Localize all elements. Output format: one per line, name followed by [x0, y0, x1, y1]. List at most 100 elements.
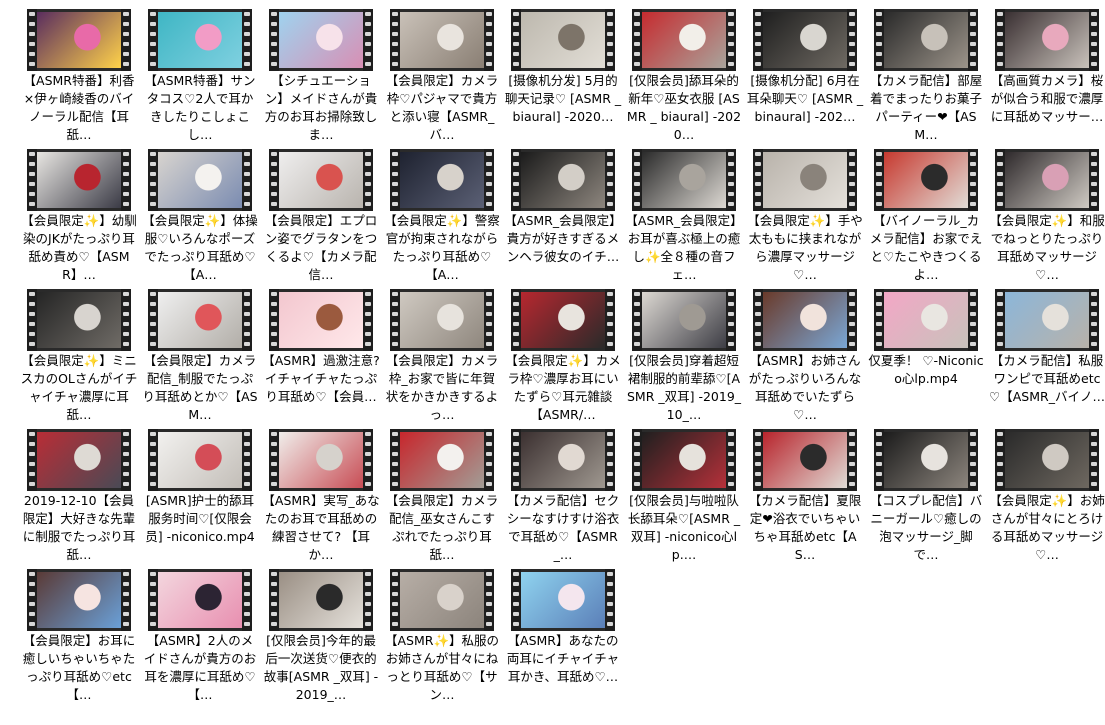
video-thumbnail[interactable] — [511, 9, 615, 71]
film-strip-icon — [148, 569, 158, 631]
file-item[interactable]: 【会員限定✨】カメラ枠♡濃厚お耳にいたずら♡耳元雑談【ASMR/… — [504, 289, 622, 427]
video-thumbnail[interactable] — [390, 429, 494, 491]
video-thumbnail[interactable] — [269, 569, 373, 631]
thumbnail-frame — [642, 152, 726, 208]
film-strip-icon — [726, 149, 736, 211]
file-item[interactable]: 2019-12-10【会員限定】大好きな先輩に制服でたっぷり耳舐… — [20, 429, 138, 567]
thumbnail-frame — [279, 432, 363, 488]
video-thumbnail[interactable] — [995, 289, 1099, 351]
file-item[interactable]: 【ASMR】過激注意? イチャイチャたっぷり耳舐め♡【会員… — [262, 289, 380, 427]
video-thumbnail[interactable] — [27, 9, 131, 71]
file-item[interactable]: 【会員限定】お耳に癒しいちゃいちゃたっぷり耳舐め♡etc【… — [20, 569, 138, 707]
video-thumbnail[interactable] — [874, 429, 978, 491]
file-item[interactable]: 【会員限定✨】警察官が拘束されながらたっぷり耳舐め♡【A… — [383, 149, 501, 287]
file-item[interactable]: 【会員限定✨】お姉さんが甘々にとろける耳舐めマッサージ♡… — [988, 429, 1105, 567]
video-thumbnail[interactable] — [269, 289, 373, 351]
video-thumbnail[interactable] — [390, 9, 494, 71]
file-item[interactable]: 【ASMR】実写_あなたのお耳で耳舐めの練習させて? 【耳か… — [262, 429, 380, 567]
video-thumbnail[interactable] — [753, 289, 857, 351]
video-thumbnail[interactable] — [995, 149, 1099, 211]
file-item[interactable]: 【会員限定】カメラ枠_お家で皆に年賀状をかきかきするよっ… — [383, 289, 501, 427]
file-item[interactable]: 仅夏季！ ♡-Niconico心lp.mp4 — [867, 289, 985, 427]
video-thumbnail[interactable] — [148, 429, 252, 491]
file-name-label: 【会員限定✨】お姉さんが甘々にとろける耳舐めマッサージ♡… — [989, 493, 1105, 562]
file-item[interactable]: 【コスプレ配信】バニーガール♡癒しの泡マッサージ_脚で… — [867, 429, 985, 567]
file-item[interactable]: 【会員限定✨】手や太ももに挟まれながら濃厚マッサージ♡… — [746, 149, 864, 287]
file-item[interactable]: [仅限会员]与啦啦队长舔耳朵♡[ASMR _双耳] -niconico心lp.… — [625, 429, 743, 567]
video-thumbnail[interactable] — [995, 9, 1099, 71]
file-item[interactable]: 【バイノーラル_カメラ配信】お家でえと♡たこやきつくるよ… — [867, 149, 985, 287]
file-name-label: 【会員限定✨】体操服♡いろんなポーズでたっぷり耳舐め♡【A… — [142, 213, 258, 282]
film-strip-icon — [1089, 289, 1099, 351]
file-item[interactable]: 【ASMR_会員限定】貴方が好きすぎるメンヘラ彼女のイチ… — [504, 149, 622, 287]
file-item[interactable]: [仅限会员]舔耳朵的新年♡巫女衣服 [ASMR _ biaural] -2020… — [625, 9, 743, 147]
video-thumbnail[interactable] — [148, 9, 252, 71]
video-thumbnail[interactable] — [632, 9, 736, 71]
video-thumbnail[interactable] — [269, 9, 373, 71]
video-thumbnail[interactable] — [753, 429, 857, 491]
file-item[interactable]: 【ASMR✨】私服のお姉さんが甘々にねっとり耳舐め♡【サン… — [383, 569, 501, 707]
file-item[interactable]: [摄像机分配] 6月在耳朵聊天♡ [ASMR _ binaural] -202… — [746, 9, 864, 147]
file-item[interactable]: 【高画質カメラ】桜が似合う和服で濃厚に耳舐めマッサー… — [988, 9, 1105, 147]
video-thumbnail[interactable] — [753, 149, 857, 211]
video-thumbnail[interactable] — [632, 429, 736, 491]
video-thumbnail[interactable] — [632, 149, 736, 211]
thumbnail-frame — [1005, 12, 1089, 68]
video-thumbnail[interactable] — [995, 429, 1099, 491]
video-thumbnail[interactable] — [27, 289, 131, 351]
file-item[interactable]: 【シチュエーション】メイドさんが貴方のお耳お掃除致しま… — [262, 9, 380, 147]
file-item[interactable]: 【カメラ配信】部屋着でまったりお菓子パーティー❤【ASM… — [867, 9, 985, 147]
video-thumbnail[interactable] — [390, 149, 494, 211]
file-item[interactable]: 【会員限定✨】ミニスカのOLさんがイチャイチャ濃厚に耳舐… — [20, 289, 138, 427]
video-thumbnail[interactable] — [390, 569, 494, 631]
file-item[interactable]: 【会員限定✨】和服でねっとりたっぷり耳舐めマッサージ♡… — [988, 149, 1105, 287]
file-item[interactable]: 【ASMR特番】サンタコス♡2人で耳かきしたりこしょこし… — [141, 9, 259, 147]
file-item[interactable]: 【会員限定】カメラ配信_巫女さんこすぷれでたっぷり耳舐… — [383, 429, 501, 567]
video-thumbnail[interactable] — [753, 9, 857, 71]
file-name-label: 【シチュエーション】メイドさんが貴方のお耳お掃除致しま… — [264, 73, 378, 142]
file-item[interactable]: [仅限会员]穿着超短裙制服的前辈舔♡[ASMR _双耳] -2019_10_… — [625, 289, 743, 427]
file-item[interactable]: 【会員限定】エプロン姿でグラタンをつくるよ♡【カメラ配信… — [262, 149, 380, 287]
video-thumbnail[interactable] — [874, 9, 978, 71]
file-name-label: 【カメラ配信】部屋着でまったりお菓子パーティー❤【ASM… — [869, 73, 983, 142]
video-thumbnail[interactable] — [874, 149, 978, 211]
file-name-label: 【ASMR】2人のメイドさんが貴方のお耳を濃厚に耳舐め♡【… — [143, 633, 257, 702]
film-strip-icon — [726, 9, 736, 71]
video-thumbnail[interactable] — [390, 289, 494, 351]
video-thumbnail[interactable] — [511, 149, 615, 211]
file-item[interactable]: 【ASMR】あなたの両耳にイチャイチャ耳かき、耳舐め♡… — [504, 569, 622, 707]
video-thumbnail[interactable] — [511, 569, 615, 631]
video-thumbnail[interactable] — [874, 289, 978, 351]
file-item[interactable]: 【カメラ配信】私服ワンピで耳舐めetc♡【ASMR_バイノ… — [988, 289, 1105, 427]
file-item[interactable]: 【会員限定✨】幼馴染のJKがたっぷり耳舐め責め♡【ASMR】… — [20, 149, 138, 287]
file-item[interactable]: 【カメラ配信】セクシーなすけすけ浴衣で耳舐め♡【ASMR_… — [504, 429, 622, 567]
file-item[interactable]: 【ASMR_会員限定】お耳が喜ぶ極上の癒し✨全８種の音フェ… — [625, 149, 743, 287]
video-thumbnail[interactable] — [27, 149, 131, 211]
file-item[interactable]: 【会員限定】カメラ配信_制服でたっぷり耳舐めとか♡【ASM… — [141, 289, 259, 427]
video-thumbnail[interactable] — [148, 289, 252, 351]
file-item[interactable]: 【会員限定✨】体操服♡いろんなポーズでたっぷり耳舐め♡【A… — [141, 149, 259, 287]
video-thumbnail[interactable] — [511, 429, 615, 491]
file-item[interactable]: 【ASMR】お姉さんがたっぷりいろんな耳舐めでいたずら♡… — [746, 289, 864, 427]
file-item[interactable]: 【カメラ配信】夏限定❤浴衣でいちゃいちゃ耳舐めetc【AS… — [746, 429, 864, 567]
video-thumbnail[interactable] — [148, 569, 252, 631]
video-thumbnail[interactable] — [27, 429, 131, 491]
film-strip-icon — [390, 289, 400, 351]
video-thumbnail[interactable] — [269, 429, 373, 491]
video-thumbnail[interactable] — [511, 289, 615, 351]
video-thumbnail[interactable] — [27, 569, 131, 631]
video-thumbnail[interactable] — [148, 149, 252, 211]
film-strip-icon — [605, 9, 615, 71]
file-item[interactable]: [仅限会员]今年的最后一次送货♡便衣的故事[ASMR _双耳] -2019_… — [262, 569, 380, 707]
film-strip-icon — [121, 149, 131, 211]
file-item[interactable]: 【ASMR特番】利香×伊ヶ崎綾香のバイノーラル配信【耳舐… — [20, 9, 138, 147]
film-strip-icon — [1089, 429, 1099, 491]
file-item[interactable]: 【ASMR】2人のメイドさんが貴方のお耳を濃厚に耳舐め♡【… — [141, 569, 259, 707]
film-strip-icon — [363, 149, 373, 211]
video-thumbnail[interactable] — [632, 289, 736, 351]
file-item[interactable]: [ASMR]护士的舔耳服务时间♡[仅限会员] -niconico.mp4 — [141, 429, 259, 567]
thumbnail-frame — [642, 12, 726, 68]
file-item[interactable]: 【会員限定】カメラ枠♡パジャマで貴方と添い寝【ASMR_バ… — [383, 9, 501, 147]
file-item[interactable]: [摄像机分发] 5月的聊天记录♡ [ASMR _ biaural] -2020… — [504, 9, 622, 147]
video-thumbnail[interactable] — [269, 149, 373, 211]
